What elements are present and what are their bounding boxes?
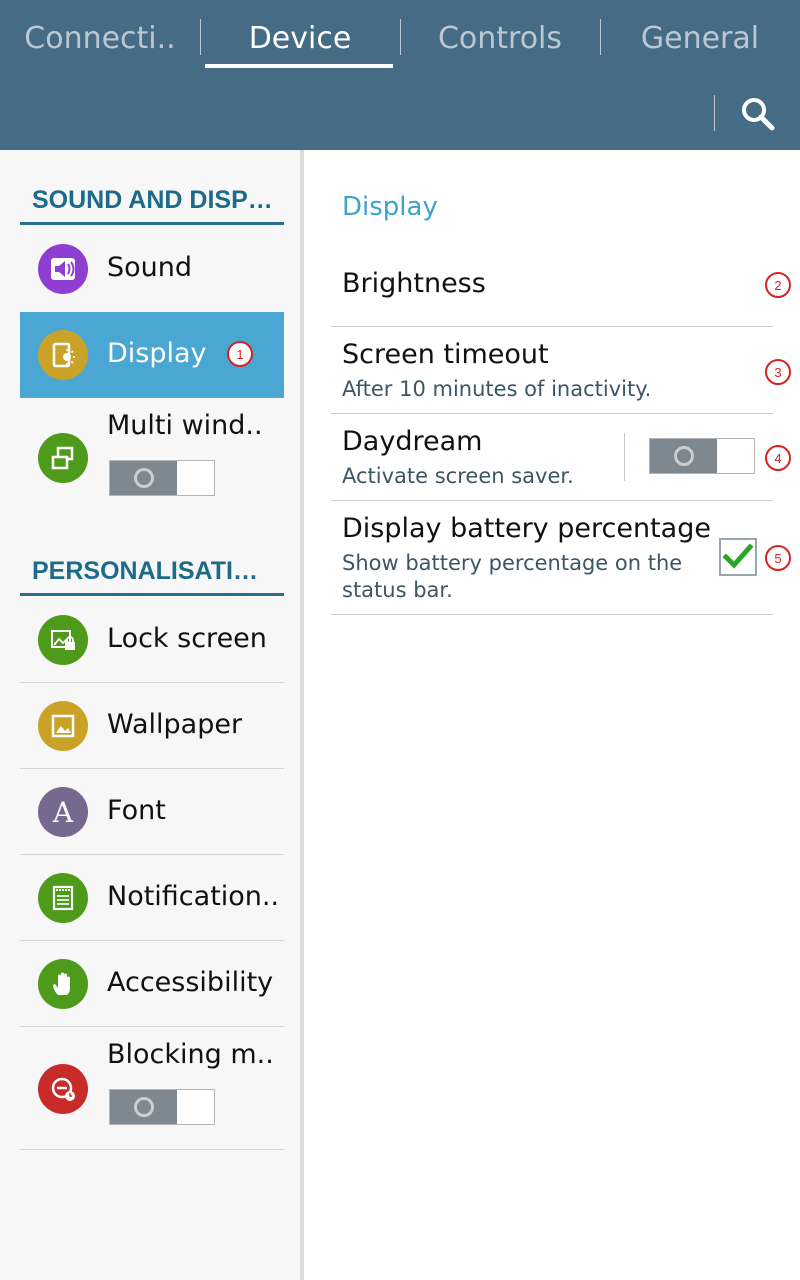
search-button[interactable] [730,88,786,138]
lock-screen-icon [38,615,88,665]
setting-title: Screen timeout [342,339,549,370]
setting-title: Daydream [342,426,483,457]
font-glyph: A [52,795,74,829]
annotation-badge: 5 [765,545,791,571]
setting-brightness[interactable]: Brightness [331,241,773,327]
sidebar-item-label: Sound [107,252,193,283]
hand-icon [38,959,88,1009]
tab-general[interactable]: General [600,0,800,76]
sidebar-item-label: Font [107,795,166,826]
annotation-badge: 3 [765,359,791,385]
top-bar: Connecti.. Device Controls General [0,0,800,150]
speaker-icon [38,244,88,294]
toggle-knob [134,468,154,488]
sidebar-item-label: Display [107,338,207,369]
toggle-knob [674,446,694,466]
wallpaper-icon [38,701,88,751]
sidebar-item-notification-panel[interactable]: Notification.. [20,855,284,941]
setting-subtitle: Show battery percentage on the [342,551,683,575]
setting-title: Display battery percentage [342,513,711,544]
sidebar-item-display[interactable]: Display 1 [20,312,284,398]
sidebar-item-lock-screen[interactable]: Lock screen [20,597,284,683]
sidebar-item-font[interactable]: A Font [20,769,284,855]
sidebar-item-label: Accessibility [107,967,274,998]
sidebar-item-accessibility[interactable]: Accessibility [20,941,284,1027]
sidebar-item-label: Lock screen [107,623,267,654]
setting-daydream[interactable]: Daydream Activate screen saver. [331,414,773,501]
setting-subtitle: Activate screen saver. [342,464,574,488]
blocking-mode-icon [38,1064,88,1114]
display-brightness-icon [38,330,88,380]
setting-subtitle: status bar. [342,578,453,602]
search-icon [742,98,775,131]
multi-window-toggle[interactable] [109,460,215,496]
sidebar-item-label: Blocking m.. [107,1039,274,1070]
annotation-badge: 2 [765,272,791,298]
sidebar-item-label: Wallpaper [107,709,243,740]
blocking-mode-toggle[interactable] [109,1089,215,1125]
battery-percentage-checkbox[interactable] [719,538,757,576]
setting-title: Brightness [342,268,486,299]
toggle-knob [134,1097,154,1117]
detail-title: Display [342,192,438,222]
sidebar-item-label: Notification.. [107,881,280,912]
setting-screen-timeout[interactable]: Screen timeout After 10 minutes of inact… [331,327,773,414]
active-tab-indicator [205,64,393,68]
tab-connections[interactable]: Connecti.. [0,0,200,76]
search-divider [714,95,715,131]
section-header-personalisation: PERSONALISATI… [20,550,284,596]
toggle-divider [624,433,625,481]
sidebar-item-multi-window[interactable]: Multi wind.. [20,398,284,518]
setting-battery-percentage[interactable]: Display battery percentage Show battery … [331,501,773,615]
sidebar-item-wallpaper[interactable]: Wallpaper [20,683,284,769]
sidebar-item-blocking-mode[interactable]: Blocking m.. [20,1027,284,1150]
multi-window-icon [38,433,88,483]
pane-divider [300,150,304,1280]
setting-subtitle: After 10 minutes of inactivity. [342,377,652,401]
annotation-badge: 4 [765,445,791,471]
notification-panel-icon [38,873,88,923]
annotation-badge: 1 [227,341,253,367]
sidebar-item-sound[interactable]: Sound [20,226,284,312]
font-icon: A [38,787,88,837]
section-header-sound-display: SOUND AND DISP… [20,179,284,225]
checkmark-icon [722,543,754,569]
daydream-toggle[interactable] [649,438,755,474]
tab-controls[interactable]: Controls [400,0,600,76]
sidebar-item-label: Multi wind.. [107,410,263,441]
